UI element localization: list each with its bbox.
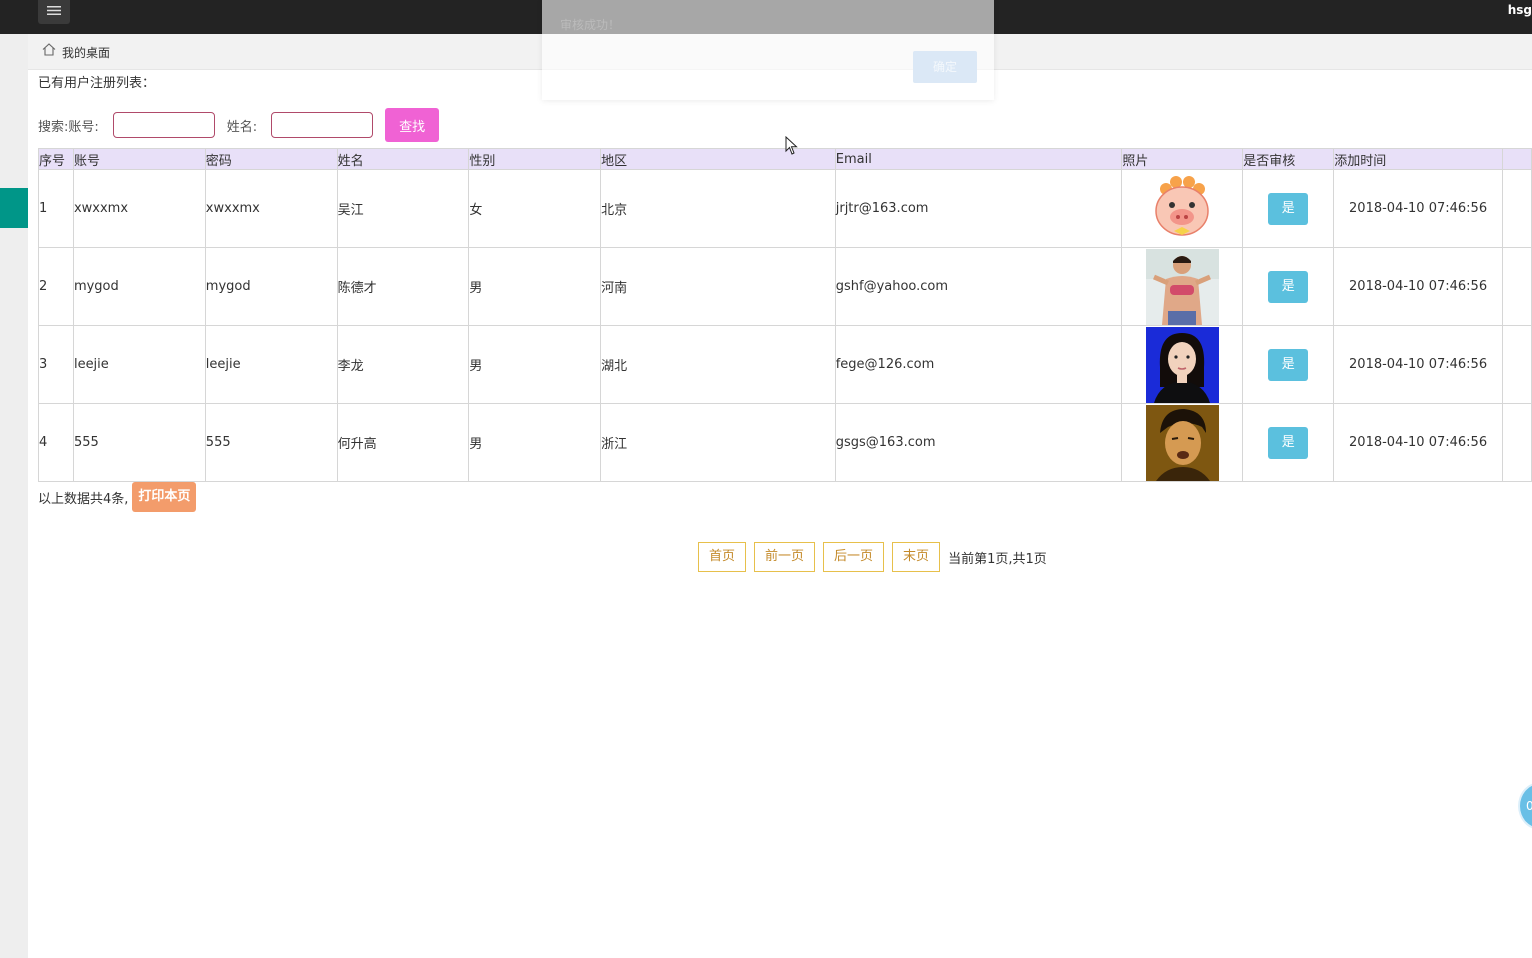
next-page-button[interactable]: 后一页 [823,542,885,572]
cell-id: 1 [38,169,74,248]
cell-email: gshf@yahoo.com [834,247,1123,326]
cell-id: 3 [38,325,74,404]
home-icon [42,43,56,60]
audit-status-button[interactable]: 是 [1268,192,1309,225]
cell-time: 2018-04-10 07:46:56 [1333,403,1503,482]
dialog-message: 审核成功！ [560,18,621,32]
table-row: 4 555 555 何升高 男 浙江 gsgs@163.com 是 2018-0… [38,403,1532,482]
page-info: 当前第1页,共1页 [948,551,1047,567]
menu-toggle-button[interactable] [38,0,70,24]
cell-id: 4 [38,403,74,482]
col-header-audited: 是否审核 [1242,148,1335,170]
name-search-input[interactable] [271,112,374,138]
hamburger-icon [47,5,61,20]
table-row: 3 leejie leejie 李龙 男 湖北 fege@126.com 是 2… [38,325,1532,404]
cell-extra [1501,403,1532,482]
audit-status-button[interactable]: 是 [1268,270,1309,303]
cell-name: 吴江 [336,169,470,248]
col-header-email: Email [834,148,1123,170]
record-count-text: 以上数据共4条, [38,491,129,507]
man-portrait-photo [1145,404,1219,481]
woman-fitness-photo [1145,248,1219,325]
cell-region: 河南 [600,247,836,326]
cell-time: 2018-04-10 07:46:56 [1333,247,1503,326]
table-summary: 以上数据共4条, 打印本页 [38,482,197,512]
floating-chat-bubble[interactable]: 0 [1518,782,1532,830]
cell-account: 555 [72,403,206,482]
col-header-gender: 性别 [468,148,602,170]
cell-region: 湖北 [600,325,836,404]
cell-photo [1121,403,1244,482]
cell-name: 陈德才 [336,247,470,326]
cell-extra [1501,325,1532,404]
cell-audited: 是 [1242,247,1335,326]
woman-portrait-photo [1145,326,1219,403]
left-sidebar [0,34,28,958]
account-search-input[interactable] [112,112,215,138]
name-label: 姓名: [226,119,258,135]
prev-page-button[interactable]: 前一页 [754,542,816,572]
cell-name: 李龙 [336,325,470,404]
cell-audited: 是 [1242,403,1335,482]
cell-password: mygod [204,247,338,326]
user-table: 序号 账号 密码 姓名 性别 地区 Email 照片 是否审核 添加时间 1 x… [38,148,1532,482]
cell-email: fege@126.com [834,325,1123,404]
breadcrumb-desktop[interactable]: 我的桌面 [62,44,110,61]
account-label: 搜索:账号: [38,119,99,135]
table-row: 1 xwxxmx xwxxmx 吴江 女 北京 jrjtr@163.com 是 … [38,169,1532,248]
cell-time: 2018-04-10 07:46:56 [1333,169,1503,248]
col-header-password: 密码 [204,148,338,170]
cell-account: xwxxmx [72,169,206,248]
cell-account: mygod [72,247,206,326]
print-page-button[interactable]: 打印本页 [132,482,197,512]
col-header-extra [1501,148,1532,170]
cell-gender: 男 [468,403,602,482]
cell-photo [1121,247,1244,326]
cell-email: jrjtr@163.com [834,169,1123,248]
cell-photo [1121,169,1244,248]
cell-account: leejie [72,325,206,404]
first-page-button[interactable]: 首页 [698,542,747,572]
cell-audited: 是 [1242,325,1335,404]
page-title: 已有用户注册列表： [38,76,156,91]
table-row: 2 mygod mygod 陈德才 男 河南 gshf@yahoo.com 是 … [38,247,1532,326]
cell-audited: 是 [1242,169,1335,248]
col-header-id: 序号 [38,148,74,170]
sidebar-active-item[interactable] [0,188,28,228]
cell-extra [1501,169,1532,248]
cell-gender: 男 [468,247,602,326]
audit-status-button[interactable]: 是 [1268,348,1309,381]
cell-password: leejie [204,325,338,404]
cell-region: 浙江 [600,403,836,482]
dialog-ok-button[interactable]: 确定 [913,51,977,83]
cell-photo [1121,325,1244,404]
col-header-name: 姓名 [336,148,470,170]
cell-name: 何升高 [336,403,470,482]
cell-region: 北京 [600,169,836,248]
user-name[interactable]: hsg [1508,3,1532,17]
last-page-button[interactable]: 末页 [892,542,941,572]
cell-email: gsgs@163.com [834,403,1123,482]
cell-time: 2018-04-10 07:46:56 [1333,325,1503,404]
col-header-time: 添加时间 [1333,148,1503,170]
cell-password: xwxxmx [204,169,338,248]
cell-extra [1501,247,1532,326]
cell-gender: 女 [468,169,602,248]
audit-success-dialog: 审核成功！ 确定 [542,0,994,100]
search-button[interactable]: 查找 [385,108,440,142]
pagination: 首页 前一页 后一页 末页 当前第1页,共1页 [698,542,1047,572]
col-header-region: 地区 [600,148,836,170]
mouse-cursor-icon [785,135,799,160]
audit-status-button[interactable]: 是 [1268,426,1309,459]
pig-cartoon-photo [1145,170,1219,247]
cell-id: 2 [38,247,74,326]
cell-password: 555 [204,403,338,482]
col-header-account: 账号 [72,148,206,170]
cell-gender: 男 [468,325,602,404]
search-bar: 搜索:账号: 姓名: 查找 [38,108,440,142]
col-header-photo: 照片 [1121,148,1244,170]
